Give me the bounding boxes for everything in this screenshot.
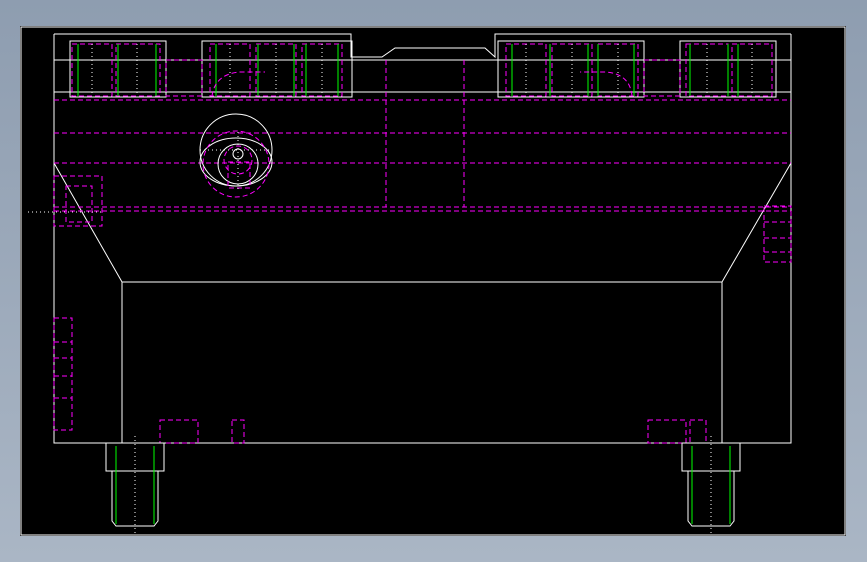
- right-side-holes: [763, 205, 792, 263]
- cad-viewport[interactable]: [20, 26, 846, 536]
- drawing-canvas: [20, 26, 846, 536]
- viewport-border: [20, 26, 846, 536]
- top-pockets-right: [497, 40, 777, 98]
- bottom-hidden-holes: [159, 419, 707, 444]
- top-pockets-left: [69, 40, 353, 98]
- right-bolt: [681, 436, 741, 534]
- left-side-holes: [28, 175, 103, 431]
- round-feature: [199, 113, 273, 198]
- left-bolt: [105, 436, 165, 534]
